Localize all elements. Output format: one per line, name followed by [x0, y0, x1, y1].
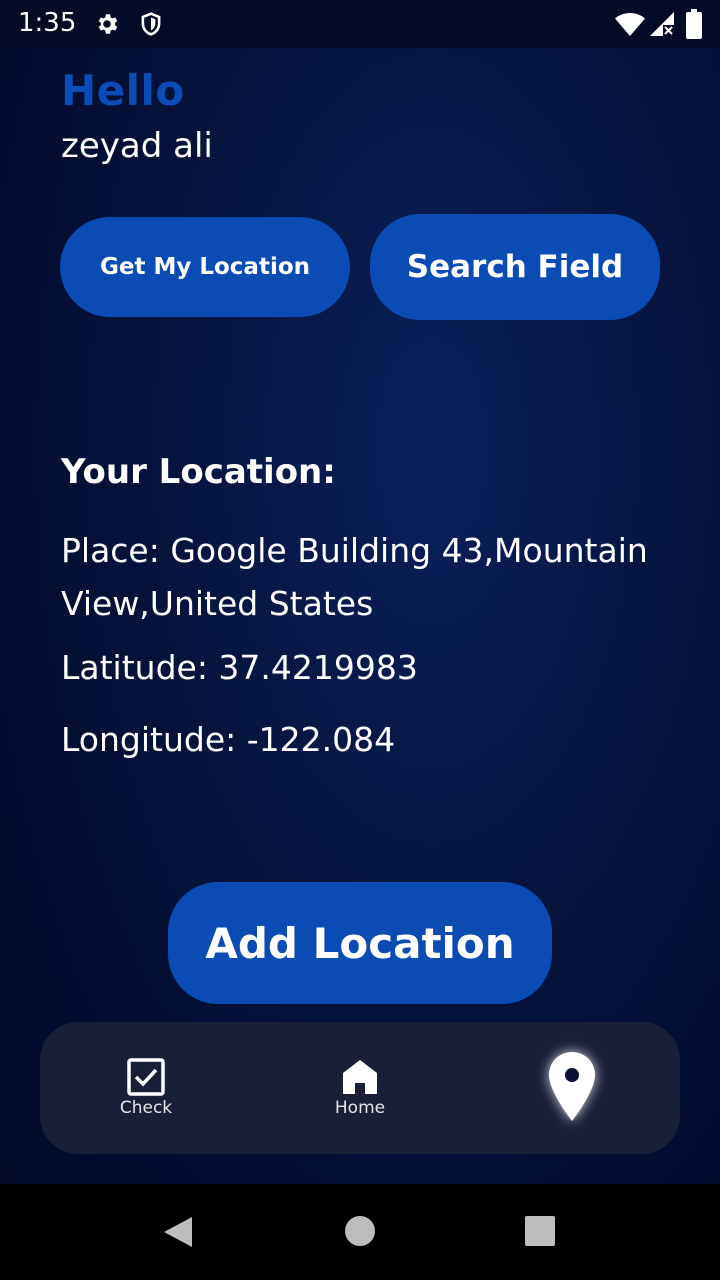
longitude-text: Longitude: -122.084 — [61, 720, 396, 759]
status-time: 1:35 — [18, 8, 77, 38]
nav-label-check: Check — [119, 1098, 173, 1118]
back-icon[interactable] — [162, 1215, 194, 1253]
status-bar: 1:35 — [0, 0, 720, 48]
add-location-button[interactable]: Add Location — [168, 882, 552, 1004]
nav-item-location[interactable] — [502, 1022, 642, 1154]
wifi-icon — [614, 10, 646, 42]
signal-icon — [648, 10, 676, 42]
home-icon — [342, 1058, 378, 1096]
search-field-button[interactable]: Search Field — [370, 214, 660, 320]
nav-label-home: Home — [334, 1098, 386, 1118]
gear-icon — [94, 11, 120, 41]
checkbox-icon — [127, 1058, 165, 1096]
location-pin-icon — [546, 1050, 598, 1128]
user-name: zeyad ali — [61, 126, 213, 166]
home-circle-icon[interactable] — [344, 1215, 376, 1251]
location-heading: Your Location: — [61, 452, 336, 492]
battery-icon — [686, 9, 702, 43]
latitude-text: Latitude: 37.4219983 — [61, 648, 418, 687]
recents-icon[interactable] — [524, 1216, 556, 1250]
place-text: Place: Google Building 43,Mountain View,… — [61, 531, 648, 623]
nav-item-check[interactable]: Check — [76, 1022, 216, 1154]
shield-icon — [138, 11, 164, 41]
bottom-nav: Check Home — [40, 1022, 680, 1154]
greeting-title: Hello — [61, 66, 185, 115]
nav-item-home[interactable]: Home — [290, 1022, 430, 1154]
system-nav-bar — [0, 1184, 720, 1280]
get-my-location-button[interactable]: Get My Location — [60, 217, 350, 317]
